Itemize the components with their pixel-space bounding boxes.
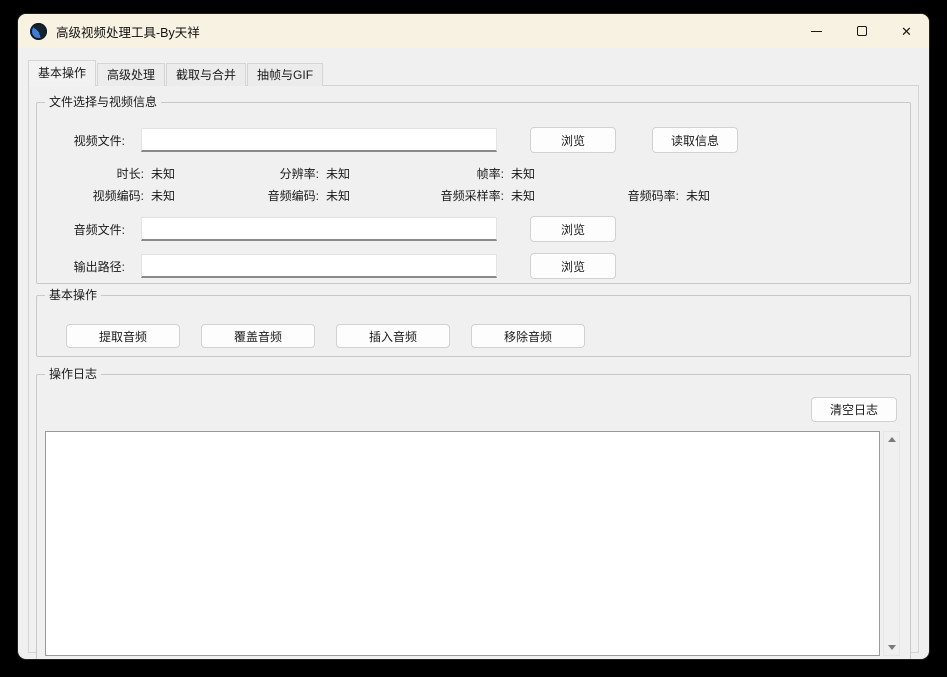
video-info-row-2: 视频编码: 未知 音频编码: 未知 音频采样率: 未知 音频码率: 未知 [37, 187, 910, 204]
remove-audio-button[interactable]: 移除音频 [471, 324, 585, 348]
framerate-label: 帧率: [372, 165, 504, 182]
audio-file-label: 音频文件: [37, 221, 125, 238]
tab-advanced-processing[interactable]: 高级处理 [97, 63, 165, 86]
log-toolbar: 清空日志 [37, 397, 897, 422]
clear-log-button[interactable]: 清空日志 [811, 397, 897, 422]
duration-value: 未知 [151, 165, 197, 182]
close-icon: ✕ [901, 25, 912, 38]
tab-cut-and-merge[interactable]: 截取与合并 [166, 63, 246, 86]
app-window: 高级视频处理工具-By天祥 ✕ 基本操作 高级处理 截取与合并 抽帧与GIF 文… [18, 14, 929, 659]
title-bar: 高级视频处理工具-By天祥 ✕ [18, 14, 929, 48]
group-operation-log-title: 操作日志 [45, 367, 101, 382]
resolution-value: 未知 [326, 165, 372, 182]
tab-panel-basic-operations: 文件选择与视频信息 视频文件: 浏览 读取信息 时长: 未知 分辨率: 未知 帧… [28, 85, 919, 653]
video-file-row: 视频文件: 浏览 读取信息 [37, 127, 910, 153]
maximize-icon [857, 26, 867, 36]
minimize-button[interactable] [794, 14, 839, 48]
group-operation-log: 操作日志 清空日志 [36, 374, 911, 659]
basic-operations-row: 提取音频 覆盖音频 插入音频 移除音频 [37, 324, 910, 348]
log-scrollbar[interactable] [883, 431, 900, 656]
scroll-up-icon[interactable] [888, 437, 896, 442]
audio-samplerate-value: 未知 [511, 187, 557, 204]
output-path-label: 输出路径: [37, 258, 125, 275]
info-audio-bitrate: 音频码率: 未知 [557, 187, 732, 204]
info-audio-codec: 音频编码: 未知 [197, 187, 372, 204]
output-browse-button[interactable]: 浏览 [530, 253, 616, 279]
audio-bitrate-value: 未知 [686, 187, 732, 204]
audio-codec-value: 未知 [326, 187, 372, 204]
extract-audio-button[interactable]: 提取音频 [66, 324, 180, 348]
read-info-button[interactable]: 读取信息 [652, 127, 738, 153]
window-title: 高级视频处理工具-By天祥 [56, 22, 200, 41]
info-audio-samplerate: 音频采样率: 未知 [372, 187, 557, 204]
minimize-icon [811, 31, 822, 32]
info-duration: 时长: 未知 [37, 165, 197, 182]
insert-audio-button[interactable]: 插入音频 [336, 324, 450, 348]
tab-bar: 基本操作 高级处理 截取与合并 抽帧与GIF [18, 48, 929, 86]
audio-bitrate-label: 音频码率: [557, 187, 679, 204]
overwrite-audio-button[interactable]: 覆盖音频 [201, 324, 315, 348]
video-codec-label: 视频编码: [37, 187, 144, 204]
maximize-button[interactable] [839, 14, 884, 48]
window-controls: ✕ [794, 14, 929, 48]
group-file-selection: 文件选择与视频信息 视频文件: 浏览 读取信息 时长: 未知 分辨率: 未知 帧… [36, 102, 911, 284]
desktop: { "window": { "title": "高级视频处理工具-By天祥", … [0, 0, 947, 677]
close-button[interactable]: ✕ [884, 14, 929, 48]
group-file-selection-title: 文件选择与视频信息 [45, 95, 161, 110]
log-textarea[interactable] [45, 431, 880, 656]
app-icon [30, 23, 47, 40]
audio-browse-button[interactable]: 浏览 [530, 216, 616, 242]
video-info-row-1: 时长: 未知 分辨率: 未知 帧率: 未知 [37, 165, 910, 182]
info-framerate: 帧率: 未知 [372, 165, 557, 182]
audio-file-input[interactable] [141, 217, 497, 241]
scroll-down-icon[interactable] [888, 645, 896, 650]
tab-frames-and-gif[interactable]: 抽帧与GIF [247, 63, 323, 86]
video-file-input[interactable] [141, 128, 497, 152]
video-browse-button[interactable]: 浏览 [530, 127, 616, 153]
output-path-row: 输出路径: 浏览 [37, 253, 910, 279]
video-file-label: 视频文件: [37, 132, 125, 149]
info-resolution: 分辨率: 未知 [197, 165, 372, 182]
resolution-label: 分辨率: [197, 165, 319, 182]
duration-label: 时长: [37, 165, 144, 182]
output-path-input[interactable] [141, 254, 497, 278]
info-video-codec: 视频编码: 未知 [37, 187, 197, 204]
audio-codec-label: 音频编码: [197, 187, 319, 204]
framerate-value: 未知 [511, 165, 557, 182]
log-area [45, 431, 900, 656]
tab-basic-operations[interactable]: 基本操作 [28, 60, 96, 86]
audio-samplerate-label: 音频采样率: [372, 187, 504, 204]
group-basic-operations-title: 基本操作 [45, 288, 101, 303]
group-basic-operations: 基本操作 提取音频 覆盖音频 插入音频 移除音频 [36, 295, 911, 357]
video-codec-value: 未知 [151, 187, 197, 204]
audio-file-row: 音频文件: 浏览 [37, 216, 910, 242]
